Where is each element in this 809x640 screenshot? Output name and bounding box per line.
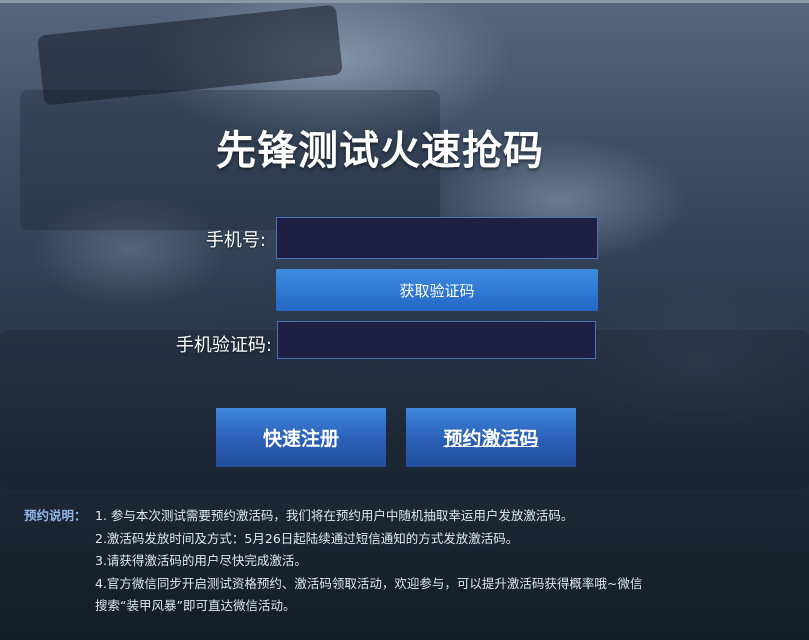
notes-item: 搜索“装甲风暴”即可直达微信活动。 — [95, 598, 296, 613]
notes-list: 1. 参与本次测试需要预约激活码，我们将在预约用户中随机抽取幸运用户发放激活码。… — [95, 505, 725, 618]
reserve-code-button[interactable]: 预约激活码 — [406, 408, 576, 467]
quick-register-button[interactable]: 快速注册 — [216, 408, 386, 467]
notes-item: 1. 参与本次测试需要预约激活码，我们将在预约用户中随机抽取幸运用户发放激活码。 — [95, 508, 574, 523]
notes-heading: 预约说明： — [24, 508, 87, 523]
top-border — [0, 0, 809, 3]
notes-item: 3.请获得激活码的用户尽快完成激活。 — [95, 553, 307, 568]
phone-label: 手机号: — [205, 230, 266, 251]
notes-item: 4.官方微信同步开启测试资格预约、激活码领取活动，欢迎参与，可以提升激活码获得概… — [95, 575, 643, 591]
phone-input[interactable] — [276, 217, 598, 259]
page-title: 先锋测试火速抢码 — [216, 128, 544, 174]
code-label: 手机验证码: — [175, 335, 272, 356]
notes-item: 2.激活码发放时间及方式：5月26日起陆续通过短信通知的方式发放激活码。 — [95, 530, 519, 546]
get-code-button[interactable]: 获取验证码 — [276, 269, 598, 311]
code-input[interactable] — [277, 321, 596, 359]
